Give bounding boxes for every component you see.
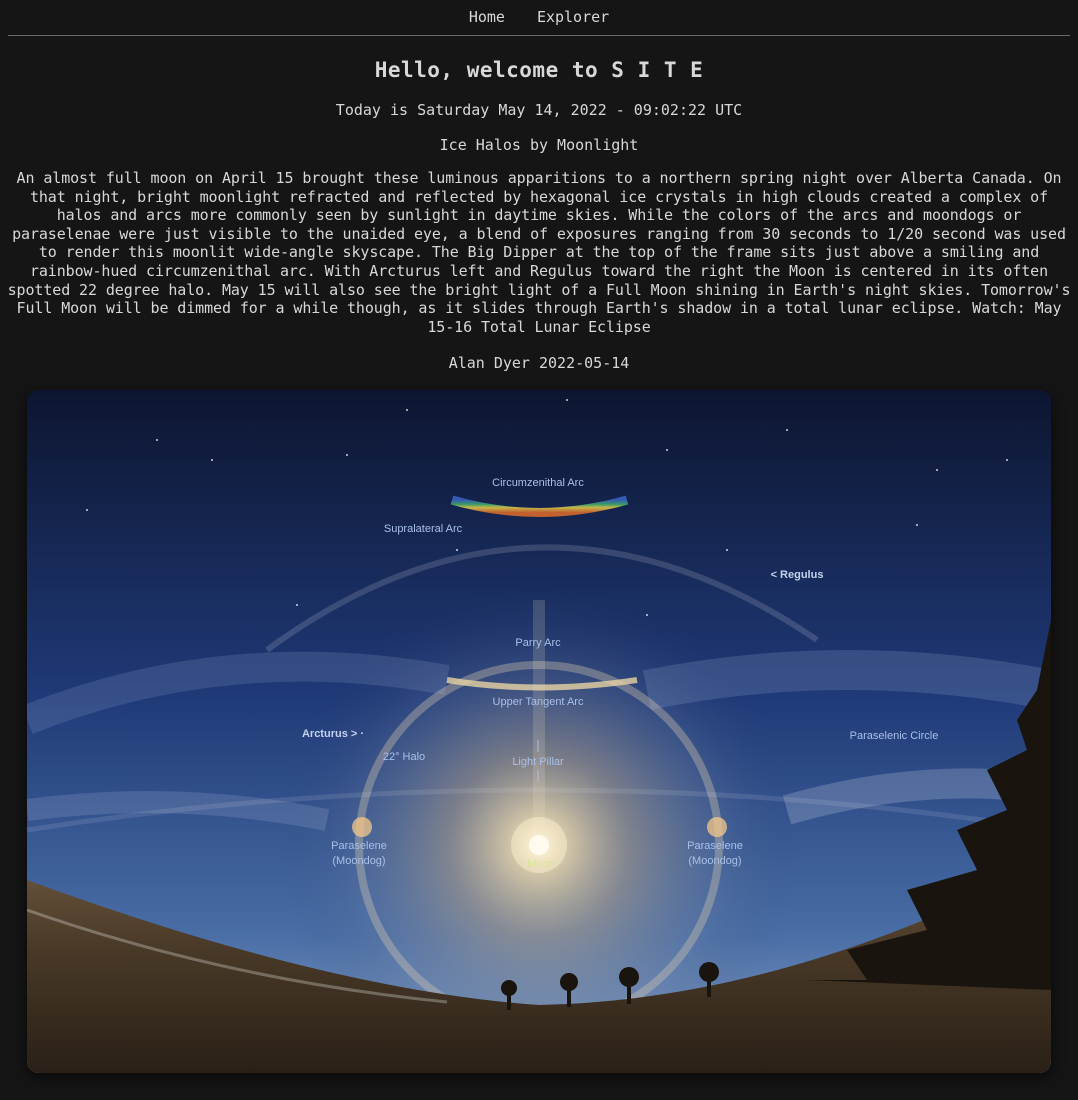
label-moondog-left: (Moondog) bbox=[332, 855, 385, 867]
apod-credit: Alan Dyer 2022-05-14 bbox=[448, 354, 630, 373]
label-circumzenithal-arc: Circumzenithal Arc bbox=[492, 477, 584, 489]
label-supralateral-arc: Supralateral Arc bbox=[384, 523, 463, 535]
nav-divider bbox=[8, 35, 1070, 36]
date-line: Today is Saturday May 14, 2022 - 09:02:2… bbox=[335, 101, 743, 119]
label-parry-arc: Parry Arc bbox=[515, 637, 561, 649]
label-22-halo: 22° Halo bbox=[383, 751, 425, 763]
label-regulus: < Regulus bbox=[771, 569, 824, 581]
label-paraselene-right: Paraselene bbox=[687, 840, 743, 852]
page-title: Hello, welcome to S I T E bbox=[374, 58, 704, 82]
apod-image-art: Circumzenithal Arc Supralateral Arc < Re… bbox=[27, 390, 1051, 1073]
label-paraselenic-circle: Paraselenic Circle bbox=[850, 730, 939, 742]
label-paraselene-left: Paraselene bbox=[331, 840, 387, 852]
label-moon: Moon bbox=[527, 858, 555, 870]
apod-image[interactable]: Circumzenithal Arc Supralateral Arc < Re… bbox=[27, 390, 1051, 1073]
label-upper-tangent-arc: Upper Tangent Arc bbox=[493, 696, 584, 708]
label-light-pillar: Light Pillar bbox=[512, 756, 564, 768]
nav-home-link[interactable]: Home bbox=[469, 7, 505, 28]
top-nav: Home Explorer bbox=[0, 0, 1078, 28]
label-arcturus: Arcturus > · bbox=[302, 728, 364, 740]
nav-explorer-link[interactable]: Explorer bbox=[537, 7, 609, 28]
label-moondog-right: (Moondog) bbox=[688, 855, 741, 867]
apod-explanation: An almost full moon on April 15 brought … bbox=[7, 169, 1071, 336]
apod-title: Ice Halos by Moonlight bbox=[439, 136, 639, 154]
